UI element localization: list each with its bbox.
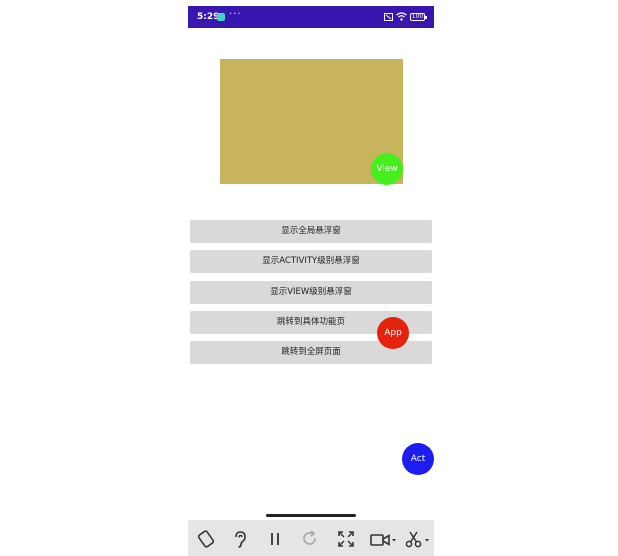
app-floating-button[interactable]: App xyxy=(377,317,409,349)
show-global-float-button[interactable]: 显示全局悬浮窗 xyxy=(190,220,432,243)
more-notifications-icon: ··· xyxy=(229,9,242,20)
status-bar: 5:29 ··· 100 xyxy=(188,6,434,28)
hearing-icon[interactable] xyxy=(230,529,250,549)
recorder-toolbar xyxy=(188,520,434,556)
rotate-icon[interactable] xyxy=(196,529,216,549)
home-indicator[interactable] xyxy=(266,514,356,517)
phone-screen: 5:29 ··· 100 View 显示全局悬浮窗 显示ACTIVITY级别悬浮… xyxy=(188,6,434,520)
show-view-float-button[interactable]: 显示VIEW级别悬浮窗 xyxy=(190,281,432,304)
battery-icon: 100 xyxy=(410,13,427,21)
wifi-icon xyxy=(396,12,407,21)
refresh-icon[interactable] xyxy=(300,529,320,549)
act-floating-button[interactable]: Act xyxy=(402,443,434,475)
view-floating-button[interactable]: View xyxy=(371,153,403,185)
notification-app-icon xyxy=(217,13,225,21)
pause-icon[interactable] xyxy=(265,529,285,549)
fullscreen-icon[interactable] xyxy=(336,529,356,549)
screen: 5:29 ··· 100 View 显示全局悬浮窗 显示ACTIVITY级别悬浮… xyxy=(0,0,618,556)
sim-icon xyxy=(384,13,393,21)
video-camera-icon[interactable] xyxy=(370,529,400,549)
scissors-icon[interactable] xyxy=(404,529,432,549)
show-activity-float-button[interactable]: 显示ACTIVITY级别悬浮窗 xyxy=(190,250,432,273)
